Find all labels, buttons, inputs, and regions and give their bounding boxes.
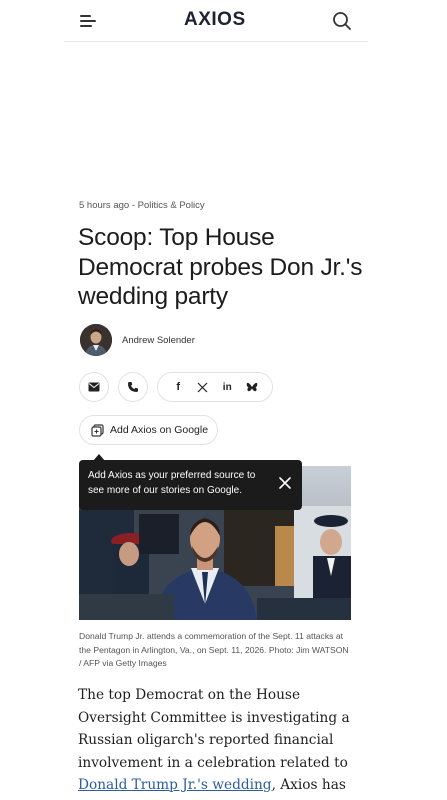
bluesky-icon[interactable]	[243, 378, 261, 396]
phone-share-button[interactable]	[118, 372, 148, 402]
facebook-icon[interactable]: f	[169, 378, 187, 396]
preferred-source-tooltip: Add Axios as your preferred source to se…	[79, 460, 302, 510]
add-axios-on-google-button[interactable]: Add Axios on Google	[79, 415, 218, 445]
body-text-start: The top Democrat on the House Oversight …	[78, 687, 350, 771]
close-icon[interactable]	[279, 477, 291, 489]
article-headline: Scoop: Top House Democrat probes Don Jr.…	[78, 224, 363, 310]
don-jr-wedding-link[interactable]: Donald Trump Jr.'s wedding	[78, 777, 272, 793]
photo-caption: Donald Trump Jr. attends a commemoration…	[79, 631, 349, 668]
google-button-label: Add Axios on Google	[110, 424, 209, 436]
article-meta: 5 hours ago - Politics & Policy	[79, 200, 205, 211]
site-header: AXIOS	[64, 0, 368, 42]
author-avatar[interactable]	[80, 324, 112, 356]
linkedin-icon[interactable]: in	[218, 378, 236, 396]
author-name[interactable]: Andrew Solender	[122, 335, 195, 346]
email-icon	[88, 382, 100, 392]
phone-icon	[128, 382, 138, 392]
search-icon[interactable]	[332, 11, 352, 31]
social-share-group: f in	[157, 372, 273, 402]
axios-logo[interactable]: AXIOS	[184, 9, 246, 31]
tooltip-text: Add Axios as your preferred source to se…	[88, 470, 256, 496]
email-share-button[interactable]	[79, 372, 109, 402]
add-source-icon	[91, 423, 104, 437]
x-icon[interactable]	[194, 378, 212, 396]
article-body-paragraph: The top Democrat on the House Oversight …	[78, 684, 368, 800]
hamburger-menu-icon[interactable]	[80, 12, 98, 28]
